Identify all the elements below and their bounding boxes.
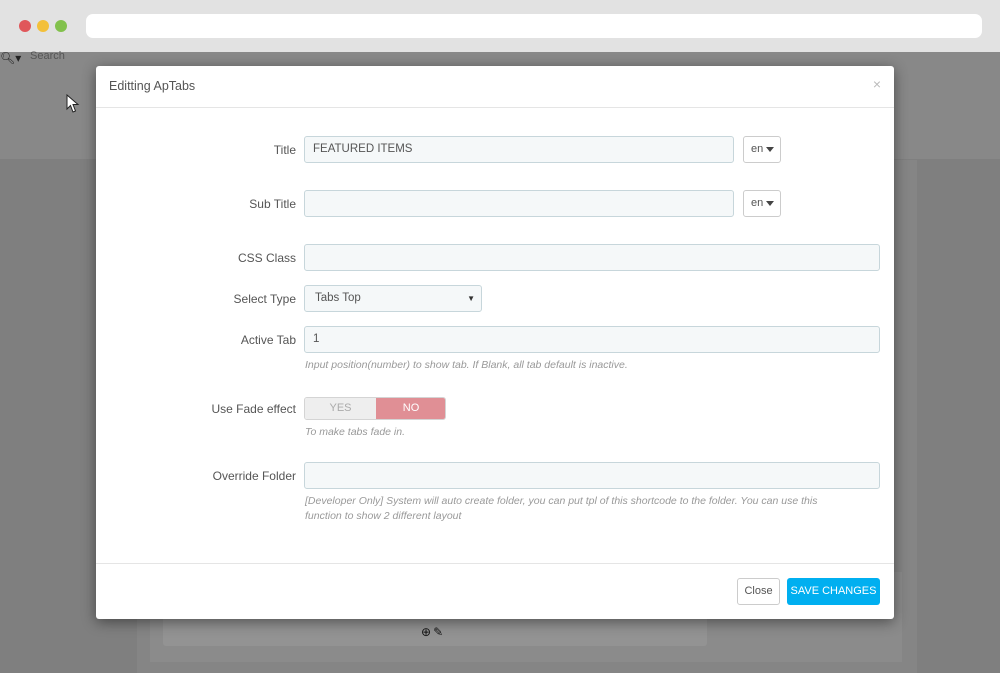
modal-header: Editting ApTabs × <box>96 66 894 108</box>
use-fade-help: To make tabs fade in. <box>305 426 406 438</box>
add-circle-icon: ⊕ <box>421 625 434 639</box>
maximize-window-dot[interactable] <box>55 20 67 32</box>
dropdown-arrow-icon: ▼ <box>467 294 475 303</box>
active-tab-help: Input position(number) to show tab. If B… <box>305 359 628 371</box>
close-window-dot[interactable] <box>19 20 31 32</box>
sub-title-language-dropdown[interactable]: en <box>743 190 781 217</box>
address-bar[interactable] <box>86 14 982 38</box>
use-fade-toggle[interactable]: YES NO <box>304 397 446 420</box>
modal-footer: Close SAVE CHANGES <box>96 563 894 619</box>
modal-title: Editting ApTabs <box>109 79 196 93</box>
caret-down-icon <box>766 200 775 206</box>
pencil-icon: ✎ <box>433 625 446 639</box>
sub-title-input[interactable] <box>304 190 734 217</box>
title-input[interactable]: FEATURED ITEMS <box>304 136 734 163</box>
override-folder-label: Override Folder <box>212 469 296 483</box>
caret-down-icon <box>766 146 775 152</box>
close-icon[interactable]: × <box>873 76 881 92</box>
active-tab-label: Active Tab <box>240 333 296 347</box>
override-folder-input[interactable] <box>304 462 880 489</box>
sub-title-language-value: en <box>751 197 764 209</box>
close-button[interactable]: Close <box>737 578 780 605</box>
override-folder-help-line1: [Developer Only] System will auto create… <box>305 495 818 507</box>
active-tab-input[interactable]: 1 <box>304 326 880 353</box>
fade-yes-option[interactable]: YES <box>305 398 376 419</box>
search-placeholder: Search <box>30 50 65 62</box>
use-fade-label: Use Fade effect <box>211 402 297 416</box>
select-type-dropdown[interactable]: Tabs Top ▼ <box>304 285 482 312</box>
select-type-label: Select Type <box>233 292 296 306</box>
css-class-label: CSS Class <box>237 251 296 265</box>
backdrop-add-edit-icons: ⊕✎ <box>421 625 445 639</box>
title-label: Title <box>273 143 296 157</box>
browser-chrome <box>0 0 1000 52</box>
title-language-dropdown[interactable]: en <box>743 136 781 163</box>
mouse-cursor-icon <box>66 94 80 113</box>
edit-aptabs-modal: Editting ApTabs × Title FEATURED ITEMS e… <box>96 66 894 619</box>
select-type-value: Tabs Top <box>315 292 361 304</box>
minimize-window-dot[interactable] <box>37 20 49 32</box>
save-changes-button[interactable]: SAVE CHANGES <box>787 578 880 605</box>
css-class-input[interactable] <box>304 244 880 271</box>
sub-title-label: Sub Title <box>249 197 296 211</box>
override-folder-help-line2: function to show 2 different layout <box>305 510 462 522</box>
title-language-value: en <box>751 143 764 155</box>
fade-no-option[interactable]: NO <box>376 398 445 419</box>
search-icon: 🔍︎▾ <box>0 51 22 65</box>
